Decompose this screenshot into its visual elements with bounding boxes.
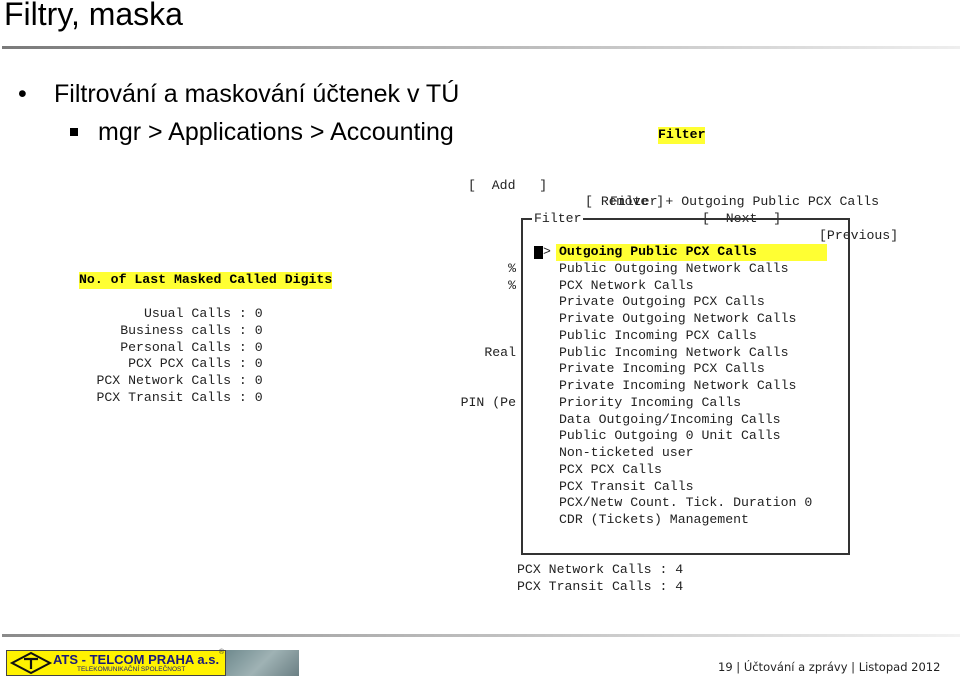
background-label (440, 362, 516, 379)
separator: : (651, 578, 676, 594)
footer-text: 19 | Účtování a zprávy | Listopad 2012 (718, 660, 941, 674)
background-label: % (508, 277, 516, 293)
filter-list-item[interactable]: Non-ticketed user (559, 445, 812, 462)
separator: : (231, 306, 255, 321)
mask-value[interactable]: 0 (255, 306, 263, 321)
mask-table: Usual Calls : 0 Business calls : 0 Persona… (46, 306, 263, 407)
background-label (440, 328, 516, 345)
filter-list-item[interactable]: Priority Incoming Calls (559, 395, 812, 412)
summary-row: PCX Network Calls : 4 (517, 562, 683, 579)
mask-row: Personal Calls : 0 (46, 339, 263, 357)
text-cursor (534, 246, 543, 259)
separator: : (231, 356, 255, 372)
background-label (440, 311, 516, 328)
separator: : (231, 389, 255, 405)
add-button[interactable]: [ Add ] (468, 178, 547, 195)
menu-path: mgr > Applications > Accounting (98, 118, 454, 146)
background-label: Real (484, 344, 516, 360)
background-label (440, 295, 516, 312)
filter-list-item[interactable]: PCX Transit Calls (559, 479, 812, 496)
background-label (440, 378, 516, 395)
filter-list-item[interactable]: Private Incoming Network Calls (559, 378, 812, 395)
mask-row: Business calls : 0 (46, 322, 263, 340)
background-labels: %% Real PIN (Pe (440, 261, 516, 412)
summary-row: PCX Transit Calls : 4 (517, 579, 683, 596)
separator: : (231, 373, 255, 388)
filter-list-item[interactable]: Private Incoming PCX Calls (559, 361, 812, 378)
bullet-text: Filtrování a maskování účtenek v TÚ (54, 80, 460, 108)
filter-list-item[interactable]: Private Outgoing Network Calls (559, 311, 812, 328)
mask-value[interactable]: 0 (255, 390, 263, 405)
filter-list: Outgoing Public PCX Calls Public Outgoing… (559, 244, 812, 529)
logo-name: ATS - TELCOM PRAHA a.s. (53, 652, 220, 667)
mask-heading: No. of Last Masked Called Digits (79, 272, 333, 289)
summary-label: PCX Transit Calls (517, 578, 652, 594)
mask-row: Usual Calls : 0 (46, 306, 263, 323)
company-logo: ATS - TELCOM PRAHA a.s. ® TELEKOMUNIKAČN… (6, 649, 226, 676)
mask-value[interactable]: 0 (255, 340, 263, 355)
summary-value: 4 (675, 578, 684, 594)
filter-list-item[interactable]: Outgoing Public PCX Calls (559, 244, 812, 261)
mask-label: PCX PCX Calls (128, 356, 231, 372)
mask-label: Business calls (120, 322, 231, 338)
mask-label: PCX Transit Calls (96, 389, 231, 405)
logo-subtitle: TELEKOMUNIKAČNÍ SPOLEČNOST (77, 666, 186, 673)
filter-list-item[interactable]: Public Outgoing 0 Unit Calls (559, 428, 812, 445)
logo-image (226, 650, 299, 676)
filter-list-item[interactable]: Public Outgoing Network Calls (559, 261, 812, 278)
filter-list-item[interactable]: PCX/Netw Count. Tick. Duration 0 (559, 495, 812, 512)
mask-label: PCX Network Calls (96, 373, 231, 388)
mask-label: Usual Calls (143, 306, 231, 321)
filter-list-item[interactable]: PCX PCX Calls (559, 462, 812, 479)
filter-list-item[interactable]: Public Incoming PCX Calls (559, 328, 812, 345)
mask-value[interactable]: 0 (255, 323, 263, 338)
filter-list-item[interactable]: CDR (Tickets) Management (559, 512, 812, 529)
filter-heading: Filter (658, 127, 706, 144)
logo-t-icon (9, 651, 53, 675)
title-divider (2, 46, 960, 49)
separator: : (651, 562, 676, 577)
summary-value: 4 (675, 562, 684, 577)
mask-row: PCX Network Calls : 0 (46, 373, 263, 390)
mask-row: PCX PCX Calls : 0 (46, 356, 263, 373)
mask-value[interactable]: 0 (255, 373, 263, 388)
filter-summary: PCX Network Calls : 4 PCX Transit Calls :… (517, 562, 683, 595)
background-label: % (508, 261, 516, 276)
filter-subtitle: Filter + Outgoing Public PCX Calls (610, 194, 880, 209)
footer-divider (2, 634, 960, 637)
filter-list-item[interactable]: Data Outgoing/Incoming Calls (559, 412, 812, 429)
filter-box-legend: Filter (532, 211, 584, 228)
square-bullet-icon (70, 128, 78, 136)
slide-title: Filtry, maska (4, 0, 183, 32)
bullet-dot-icon: • (18, 80, 27, 108)
separator: : (231, 322, 255, 338)
mask-row: PCX Transit Calls : 0 (46, 389, 263, 407)
filter-list-item[interactable]: PCX Network Calls (559, 278, 812, 295)
filter-list-item[interactable]: Private Outgoing PCX Calls (559, 294, 812, 311)
mask-label: Personal Calls (120, 339, 231, 355)
summary-label: PCX Network Calls (517, 562, 652, 577)
mask-value[interactable]: 0 (255, 356, 263, 371)
filter-button-bar: [ Add ] [ Remove ] [ Next ] [Previous] (468, 161, 898, 245)
selection-arrow-icon: > (543, 244, 551, 259)
filter-list-item[interactable]: Public Incoming Network Calls (559, 345, 812, 362)
logo-reg-mark: ® (219, 649, 225, 656)
separator: : (231, 339, 255, 355)
background-label: PIN (Pe (460, 395, 516, 410)
